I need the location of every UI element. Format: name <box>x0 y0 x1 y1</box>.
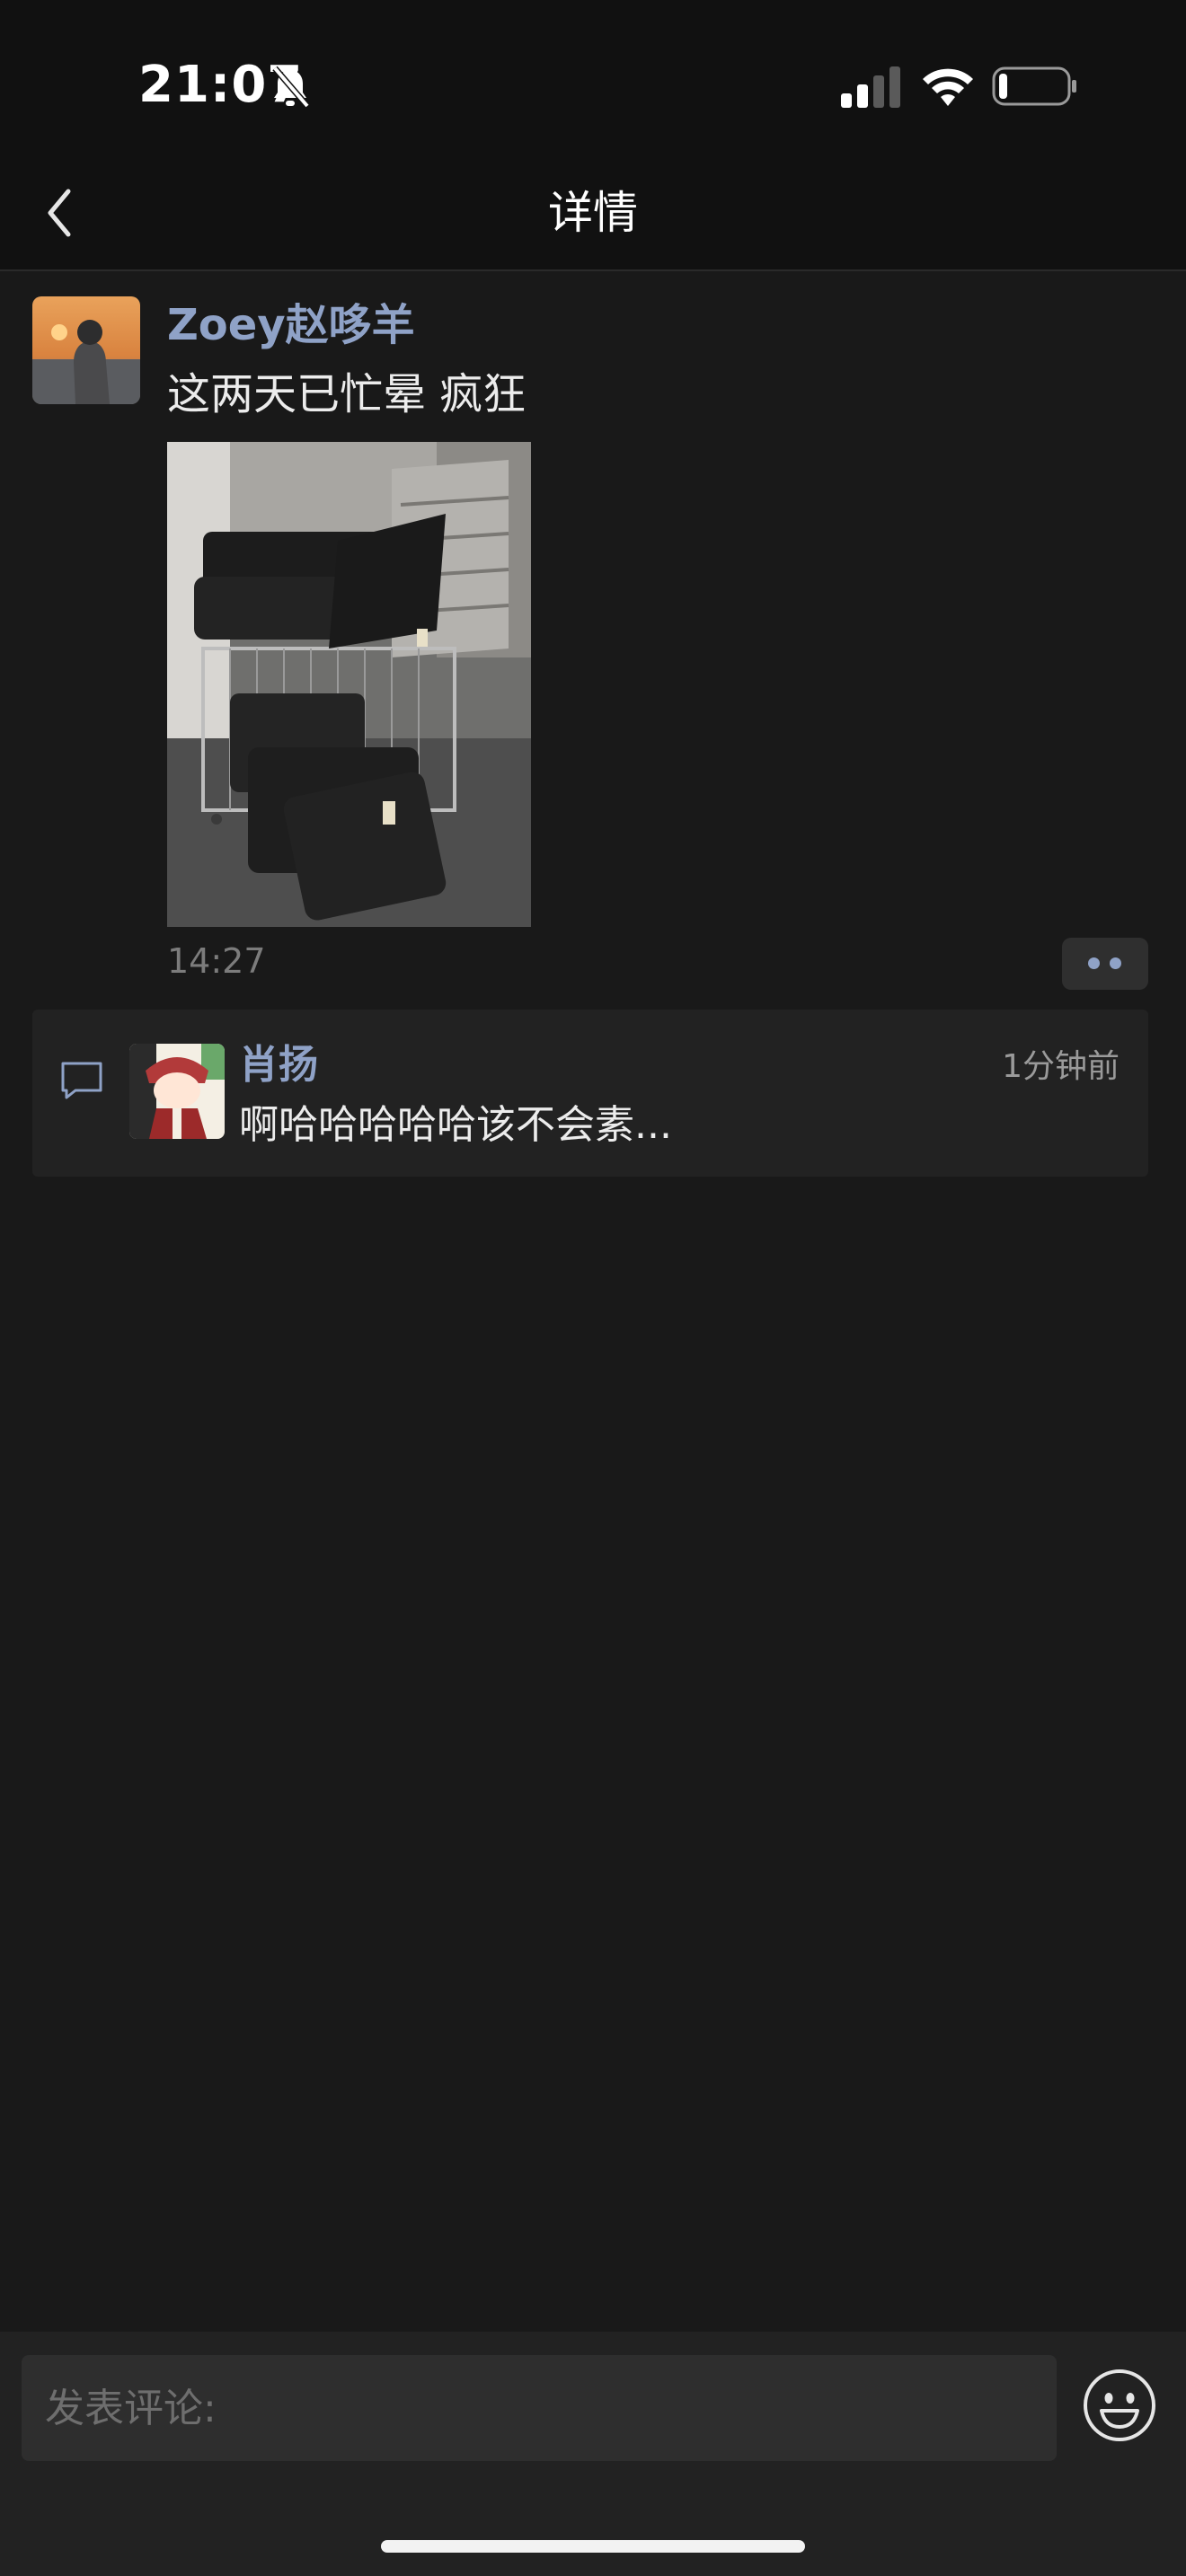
author-avatar[interactable] <box>32 296 140 404</box>
commenter-name[interactable]: 肖扬 <box>239 1038 318 1092</box>
commenter-avatar[interactable] <box>129 1044 225 1139</box>
speech-bubble-icon <box>61 1062 102 1099</box>
signal-icon <box>841 66 900 108</box>
post-author[interactable]: Zoey赵哆羊 <box>167 296 415 354</box>
comment-text[interactable]: 啊哈哈哈哈哈该不会素... <box>239 1098 672 1153</box>
page-title: 详情 <box>548 187 638 239</box>
post-photo[interactable] <box>167 442 531 927</box>
bell-slash-icon <box>272 66 310 109</box>
comment-input[interactable] <box>22 2355 1057 2461</box>
wifi-icon <box>923 68 973 106</box>
comment-time: 1分钟前 <box>1002 1048 1120 1085</box>
post-text: 这两天已忙晕 疯狂 <box>167 369 527 419</box>
post-time: 14:27 <box>167 941 266 981</box>
more-button[interactable] <box>1062 938 1148 990</box>
home-indicator[interactable] <box>381 2540 805 2553</box>
battery-icon <box>992 66 1076 106</box>
smiley-icon[interactable] <box>1082 2368 1157 2443</box>
